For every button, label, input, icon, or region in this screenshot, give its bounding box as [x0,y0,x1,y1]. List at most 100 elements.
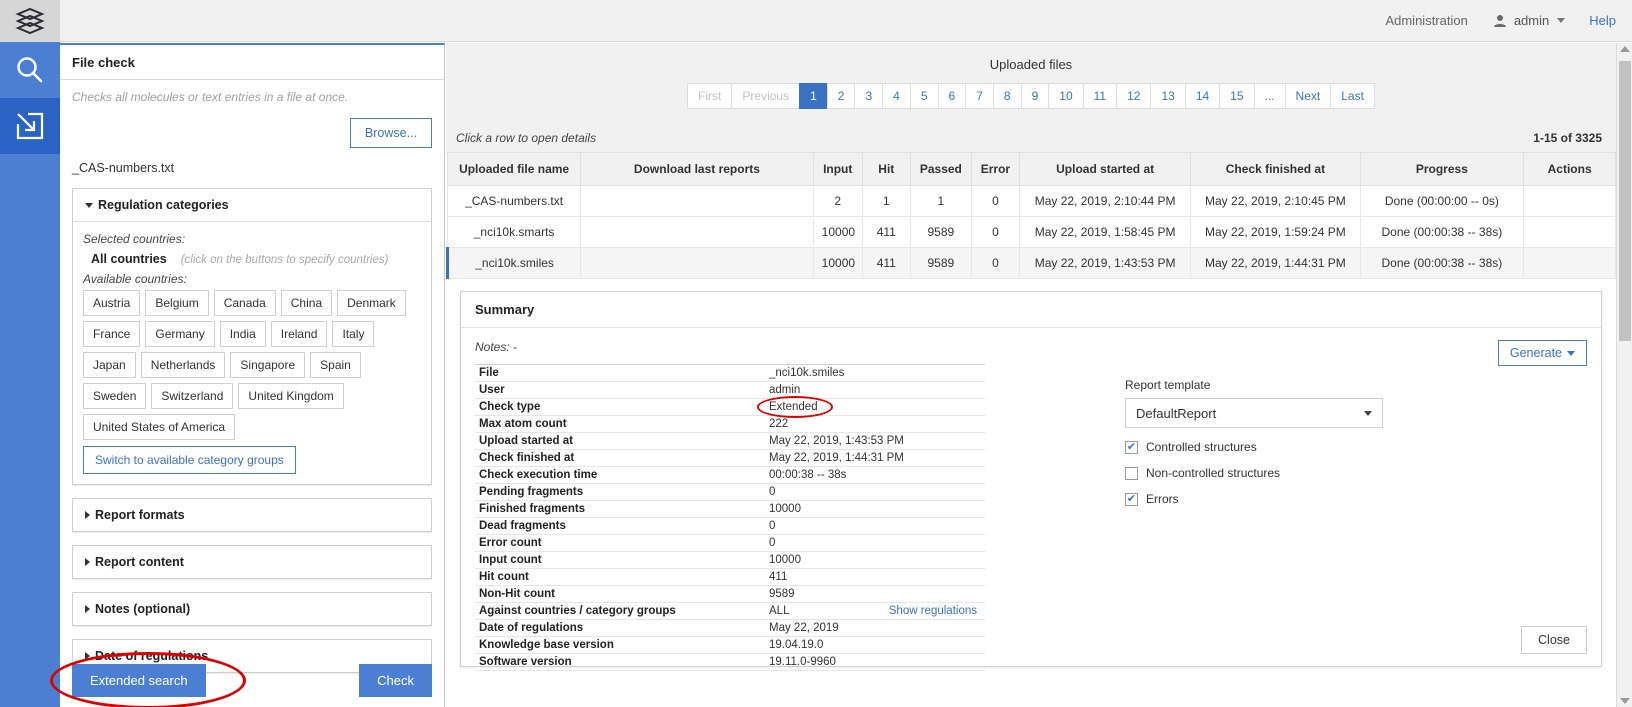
report-template-select[interactable]: DefaultReport [1125,398,1383,428]
col-uploaded-file-name[interactable]: Uploaded file name [448,153,581,186]
scroll-down-arrow-icon[interactable] [1620,698,1630,704]
col-error[interactable]: Error [971,153,1019,186]
report-controls: Generate Report template DefaultReport ✔… [985,340,1587,671]
page-14[interactable]: 14 [1185,83,1219,109]
page-6[interactable]: 6 [938,83,966,109]
show-regulations-link[interactable]: Show regulations [889,605,977,617]
col-check-finished-at[interactable]: Check finished at [1191,153,1360,186]
page-8[interactable]: 8 [993,83,1021,109]
page-first[interactable]: First [687,83,731,109]
country-button[interactable]: Ireland [271,321,328,347]
country-button[interactable]: India [220,321,266,347]
table-row-selected[interactable]: _nci10k.smiles 10000 411 9589 0 May 22, … [448,248,1616,279]
checkbox-controlled-structures[interactable]: ✔ Controlled structures [1125,440,1587,454]
user-menu[interactable]: admin [1492,13,1565,29]
col-upload-started-at[interactable]: Upload started at [1019,153,1190,186]
result-count: 1-15 of 3325 [1533,131,1602,145]
sidebar-item-import[interactable] [0,98,60,154]
accordion-header-notes[interactable]: Notes (optional) [73,593,431,625]
country-button[interactable]: China [281,290,332,316]
col-progress[interactable]: Progress [1360,153,1524,186]
checkbox-input[interactable]: ✔ [1125,493,1138,506]
summary-key: Knowledge base version [475,637,765,654]
scrollbar-thumb[interactable] [1619,61,1631,341]
panel-body: Checks all molecules or text entries in … [60,80,444,683]
col-input[interactable]: Input [813,153,862,186]
administration-link[interactable]: Administration [1385,13,1467,28]
country-button[interactable]: Singapore [230,352,305,378]
country-button[interactable]: United Kingdom [238,383,343,409]
checkbox-input[interactable] [1125,467,1138,480]
chevron-down-icon [1557,18,1565,23]
accordion-header-report-content[interactable]: Report content [73,546,431,578]
country-button[interactable]: Germany [145,321,214,347]
checkbox-input[interactable]: ✔ [1125,441,1138,454]
country-button[interactable]: Japan [83,352,136,378]
accordion-header-regulation-categories[interactable]: Regulation categories [73,189,431,222]
table-row[interactable]: _CAS-numbers.txt 2 1 1 0 May 22, 2019, 2… [448,186,1616,217]
country-button[interactable]: Austria [83,290,140,316]
accordion-label: Report formats [95,508,185,522]
summary-key: Upload started at [475,433,765,450]
cell-progress: Done (00:00:00 -- 0s) [1360,186,1524,217]
selected-countries-value[interactable]: All countries [91,252,167,266]
close-button[interactable]: Close [1521,626,1587,654]
cell-actions[interactable] [1524,217,1616,248]
country-button[interactable]: United States of America [83,414,235,440]
page-next[interactable]: Next [1285,83,1331,109]
page-previous[interactable]: Previous [731,83,799,109]
page-5[interactable]: 5 [910,83,938,109]
country-button[interactable]: France [83,321,140,347]
browse-button[interactable]: Browse... [350,118,432,148]
switch-category-groups-button[interactable]: Switch to available category groups [83,446,296,474]
cell-download-reports[interactable] [581,186,814,217]
page-10[interactable]: 10 [1048,83,1082,109]
page-2[interactable]: 2 [827,83,855,109]
country-button[interactable]: Spain [310,352,361,378]
accordion-header-report-formats[interactable]: Report formats [73,499,431,531]
country-button[interactable]: Sweden [83,383,146,409]
extended-search-button[interactable]: Extended search [72,664,206,697]
country-button[interactable]: Belgium [145,290,208,316]
summary-row: Dead fragments0 [475,518,985,535]
top-bar: Administration admin Help [60,0,1632,42]
checkbox-non-controlled-structures[interactable]: Non-controlled structures [1125,466,1587,480]
col-hit[interactable]: Hit [862,153,910,186]
country-button[interactable]: Netherlands [141,352,226,378]
accordion-report-formats: Report formats [72,498,432,532]
sidebar-item-search[interactable] [0,42,60,98]
cell-actions[interactable] [1524,248,1616,279]
page-4[interactable]: 4 [882,83,910,109]
table-row[interactable]: _nci10k.smarts 10000 411 9589 0 May 22, … [448,217,1616,248]
cell-download-reports[interactable] [581,217,814,248]
available-countries-label: Available countries: [83,272,421,286]
help-link[interactable]: Help [1589,13,1616,28]
page-1[interactable]: 1 [799,83,827,109]
country-button[interactable]: Switzerland [151,383,233,409]
vertical-scrollbar[interactable] [1616,43,1632,707]
page-7[interactable]: 7 [965,83,993,109]
page-3[interactable]: 3 [854,83,882,109]
accordion-label: Regulation categories [98,198,229,212]
chevron-right-icon [85,605,90,613]
country-button[interactable]: Italy [332,321,374,347]
col-download-last-reports[interactable]: Download last reports [581,153,814,186]
page-last[interactable]: Last [1330,83,1375,109]
country-button[interactable]: Canada [214,290,276,316]
cell-actions[interactable] [1524,186,1616,217]
page-12[interactable]: 12 [1116,83,1150,109]
country-button[interactable]: Denmark [337,290,406,316]
summary-key: Max atom count [475,416,765,433]
cell-download-reports[interactable] [581,248,814,279]
selected-countries-label: Selected countries: [83,232,421,246]
page-11[interactable]: 11 [1083,83,1116,109]
summary-panel: Summary Notes: - File_nci10k.smiles User… [460,291,1602,667]
check-button[interactable]: Check [359,664,432,697]
page-9[interactable]: 9 [1021,83,1049,109]
scroll-up-arrow-icon[interactable] [1620,46,1630,52]
page-13[interactable]: 13 [1150,83,1184,109]
generate-button[interactable]: Generate [1498,340,1587,366]
checkbox-errors[interactable]: ✔ Errors [1125,492,1587,506]
page-15[interactable]: 15 [1219,83,1253,109]
col-passed[interactable]: Passed [910,153,971,186]
